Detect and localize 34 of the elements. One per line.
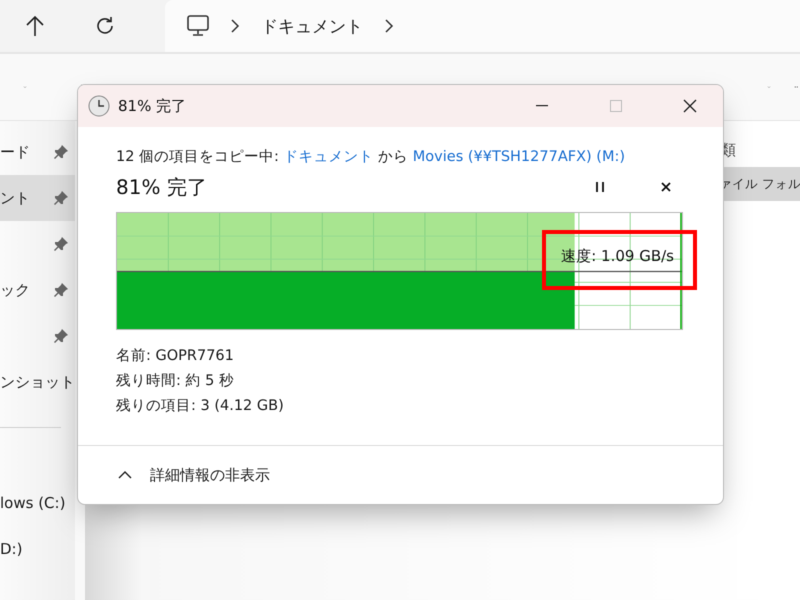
minimize-icon bbox=[536, 105, 548, 107]
refresh-icon bbox=[95, 16, 115, 36]
sidebar-item[interactable]: ック bbox=[0, 267, 75, 313]
sidebar-item[interactable]: lows (C:) bbox=[0, 480, 75, 526]
pause-icon bbox=[596, 182, 604, 192]
sidebar-item[interactable]: ンショット bbox=[0, 359, 75, 405]
details-toggle[interactable]: 詳細情報の非表示 bbox=[118, 466, 270, 484]
maximize-icon bbox=[610, 100, 622, 112]
chevron-icon bbox=[118, 471, 132, 479]
pin-icon[interactable] bbox=[53, 236, 69, 252]
speed-label: 速度: 1.09 GB/s bbox=[561, 247, 674, 266]
pin-icon[interactable] bbox=[53, 190, 69, 206]
window-title: 81% 完了 bbox=[118, 96, 186, 116]
sidebar-item[interactable]: ント bbox=[0, 175, 75, 221]
clock-icon bbox=[88, 95, 110, 117]
source-link[interactable]: ドキュメント bbox=[284, 149, 374, 165]
pin-icon[interactable] bbox=[53, 282, 69, 298]
chevron-icon[interactable] bbox=[383, 19, 395, 33]
progress-heading: 81% 完了 bbox=[116, 174, 207, 200]
sidebar-item[interactable]: ード bbox=[0, 129, 75, 175]
close-icon bbox=[683, 99, 697, 113]
up-arrow-icon bbox=[25, 15, 45, 37]
close-icon bbox=[660, 182, 671, 192]
detail-line: 残りの項目: 3 (4.12 GB) bbox=[116, 397, 285, 415]
destination-link[interactable]: Movies (¥¥TSH1277AFX) (M:) bbox=[412, 149, 625, 165]
detail-line: 残り時間: 約 5 秒 bbox=[116, 372, 235, 390]
monitor-icon[interactable] bbox=[187, 15, 209, 37]
chevron-icon[interactable] bbox=[229, 19, 241, 33]
copy-summary: 12 個の項目をコピー中: ドキュメント から Movies (¥¥TSH1277AFX) (M:) bbox=[116, 148, 626, 166]
pin-icon[interactable] bbox=[53, 328, 69, 344]
sidebar-item[interactable]: D:) bbox=[0, 526, 75, 572]
breadcrumb[interactable]: ドキュメント bbox=[261, 14, 363, 38]
detail-line: 名前: GOPR7761 bbox=[116, 347, 235, 365]
pin-icon[interactable] bbox=[53, 144, 69, 160]
